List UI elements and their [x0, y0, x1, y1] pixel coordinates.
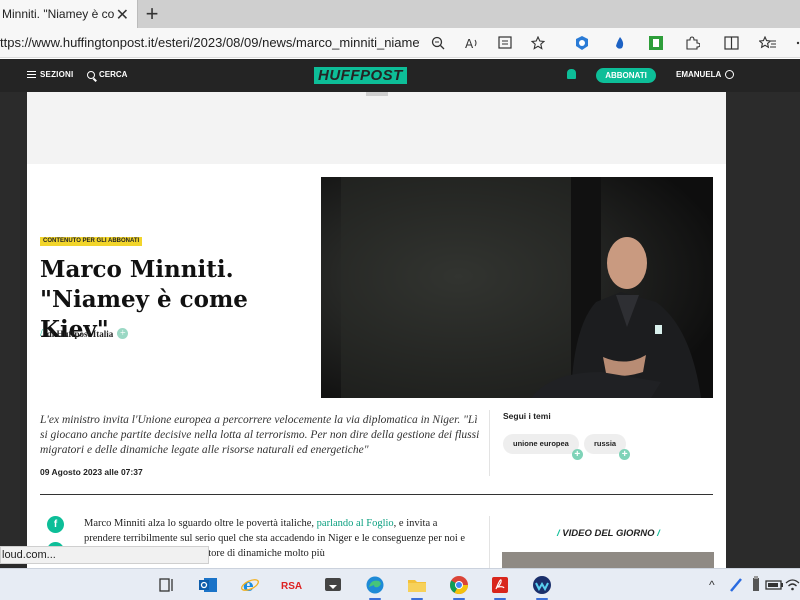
ad-placeholder [27, 92, 726, 164]
extension-green-icon[interactable] [646, 33, 666, 53]
body-link[interactable]: parlando al Foglio [317, 518, 394, 529]
topic-label: unione europea [513, 439, 569, 448]
tab-title: Minniti. "Niamey è come K [2, 7, 114, 21]
acrobat-icon[interactable] [490, 575, 510, 600]
more-icon[interactable] [790, 33, 800, 53]
search-label: CERCA [99, 70, 128, 79]
chrome-icon[interactable] [449, 575, 469, 600]
reader-icon[interactable] [496, 33, 516, 53]
sidebar-separator [489, 516, 490, 568]
video-slash-right: / [657, 528, 660, 539]
favorite-star-icon[interactable] [528, 33, 548, 53]
outlook-icon[interactable] [198, 575, 218, 595]
app-icon[interactable] [323, 575, 343, 595]
task-view-icon[interactable] [157, 575, 177, 595]
article-summary: L'ex ministro invita l'Unione europea a … [40, 414, 480, 456]
sections-menu-button[interactable]: SEZIONI [27, 70, 73, 79]
browser-tab[interactable]: Minniti. "Niamey è come K ✕ [0, 0, 138, 28]
user-name: EMANUELA [676, 70, 722, 79]
address-bar: ttps://www.huffingtonpost.it/esteri/2023… [0, 28, 800, 58]
section-divider [40, 494, 713, 495]
extensions-puzzle-icon[interactable] [682, 33, 702, 53]
byline-author[interactable]: di Huffpost Italia [47, 329, 114, 339]
topics-title: Segui i temi [503, 411, 551, 421]
read-aloud-icon[interactable]: A [462, 33, 482, 53]
extension-shield-icon[interactable] [572, 33, 592, 53]
hero-image [321, 177, 713, 398]
notification-bell-icon[interactable] [567, 69, 576, 79]
site-header: SEZIONI CERCA HUFFPOST ABBONATI EMANUELA [0, 59, 800, 92]
webex-icon[interactable] [532, 575, 552, 600]
byline: / di Huffpost Italia + [40, 328, 129, 339]
ad-marker [366, 92, 388, 96]
follow-author-plus-icon[interactable]: + [117, 328, 129, 339]
rsa-label: RSA [281, 581, 302, 592]
follow-topic-plus-icon[interactable]: + [571, 449, 583, 460]
sections-label: SEZIONI [40, 70, 74, 79]
close-tab-icon[interactable]: ✕ [116, 5, 129, 25]
url-field[interactable]: ttps://www.huffingtonpost.it/esteri/2023… [0, 35, 420, 50]
topics-separator [489, 410, 490, 476]
byline-slash: / [40, 328, 43, 339]
zoom-icon[interactable] [428, 33, 448, 53]
search-icon [87, 70, 95, 79]
favorites-icon[interactable] [758, 33, 778, 53]
title-line-1: Marco Minniti. [40, 256, 234, 283]
subscribe-button[interactable]: ABBONATI [596, 68, 656, 83]
usb-drive-icon[interactable] [746, 575, 766, 595]
wifi-icon[interactable] [785, 575, 800, 595]
user-icon [725, 70, 735, 79]
pen-icon[interactable] [726, 575, 746, 595]
tray-chevron-up-icon[interactable]: ^ [709, 578, 715, 592]
extension-drop-icon[interactable] [610, 33, 630, 53]
subscriber-badge: CONTENUTO PER GLI ABBONATI [40, 237, 143, 246]
split-screen-icon[interactable] [722, 33, 742, 53]
windows-taskbar: e RSA ^ [0, 568, 800, 600]
edge-icon[interactable] [365, 575, 385, 600]
battery-icon[interactable] [765, 575, 785, 595]
article-date: 09 Agosto 2023 alle 07:37 [40, 467, 143, 477]
page-margin-left [0, 92, 27, 568]
svg-text:A: A [465, 37, 474, 50]
topic-chip-russia[interactable]: russia + [584, 434, 631, 460]
browser-tab-bar: Minniti. "Niamey è come K ✕ + [0, 0, 800, 28]
topic-chip-unione-europea[interactable]: unione europea + [503, 434, 583, 460]
hamburger-icon [27, 71, 36, 78]
rsa-icon[interactable]: RSA [281, 575, 302, 595]
svg-text:e: e [243, 576, 254, 595]
search-button[interactable]: CERCA [87, 70, 127, 79]
file-explorer-icon[interactable] [407, 575, 427, 600]
topic-label: russia [594, 439, 617, 448]
logo-text: HUFFPOST [318, 67, 403, 84]
huffpost-logo[interactable]: HUFFPOST [314, 67, 407, 84]
page-margin-right [726, 92, 800, 568]
follow-topic-plus-icon[interactable]: + [619, 449, 631, 460]
facebook-share-icon[interactable]: f [47, 516, 64, 533]
video-of-the-day-title: / VIDEO DEL GIORNO / [557, 528, 660, 539]
video-title-text: VIDEO DEL GIORNO [562, 528, 655, 539]
status-bar-url: loud.com... [0, 546, 209, 564]
body-start: Marco Minniti alza lo sguardo oltre le p… [84, 518, 317, 529]
internet-explorer-icon[interactable]: e [240, 575, 260, 596]
video-slash-left: / [557, 528, 560, 539]
video-thumbnail[interactable] [502, 552, 714, 568]
new-tab-icon[interactable]: + [142, 1, 162, 27]
user-menu[interactable]: EMANUELA [676, 70, 735, 79]
